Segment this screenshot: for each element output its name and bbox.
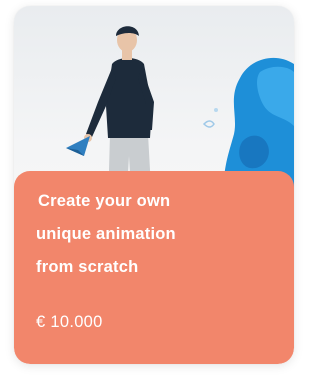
product-title-line-2: unique animation: [36, 225, 176, 243]
product-title-line-3: from scratch: [36, 258, 139, 276]
product-info-panel: Create your own unique animation from sc…: [14, 171, 294, 364]
product-card[interactable]: Create your own unique animation from sc…: [14, 6, 294, 364]
product-price: € 10.000: [36, 313, 103, 331]
product-title-line-1: Create your own: [38, 192, 171, 210]
product-title[interactable]: Create your own unique animation from sc…: [36, 185, 276, 284]
